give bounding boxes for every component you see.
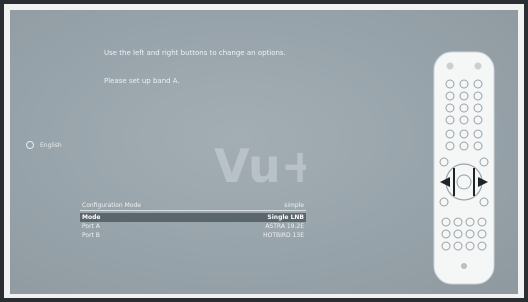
menu-item-label: Port A	[82, 223, 100, 230]
language-label: English	[40, 141, 62, 149]
menu-item-label: Mode	[82, 214, 101, 221]
setup-screen: Use the left and right buttons to change…	[10, 10, 518, 294]
menu-item-port-a[interactable]: Port A ASTRA 19.2E	[80, 222, 306, 231]
instructions: Use the left and right buttons to change…	[104, 48, 304, 86]
menu-item-value: HOTBIRD 13E	[263, 232, 304, 239]
menu-header-value: simple	[284, 202, 304, 209]
configuration-menu: Configuration Mode simple Mode Single LN…	[80, 201, 306, 240]
language-indicator: English	[26, 141, 62, 149]
menu-item-value: Single LNB	[267, 214, 304, 221]
menu-item-mode[interactable]: Mode Single LNB	[80, 213, 306, 222]
menu-item-label: Port B	[82, 232, 100, 239]
globe-icon	[26, 141, 34, 149]
remote-illustration	[433, 51, 495, 285]
menu-item-port-b[interactable]: Port B HOTBIRD 13E	[80, 231, 306, 240]
menu-header-label: Configuration Mode	[82, 202, 141, 209]
power-button-icon	[446, 62, 454, 70]
instruction-line-1: Use the left and right buttons to change…	[104, 49, 286, 57]
menu-header[interactable]: Configuration Mode simple	[80, 201, 306, 211]
vu-logo-text: Vu+	[214, 139, 306, 193]
vu-logo: Vu+	[214, 139, 306, 193]
instruction-line-2: Please set up band A.	[104, 77, 180, 85]
menu-item-value: ASTRA 19.2E	[265, 223, 304, 230]
remote-control	[424, 50, 504, 288]
tv-frame: Use the left and right buttons to change…	[0, 0, 528, 302]
